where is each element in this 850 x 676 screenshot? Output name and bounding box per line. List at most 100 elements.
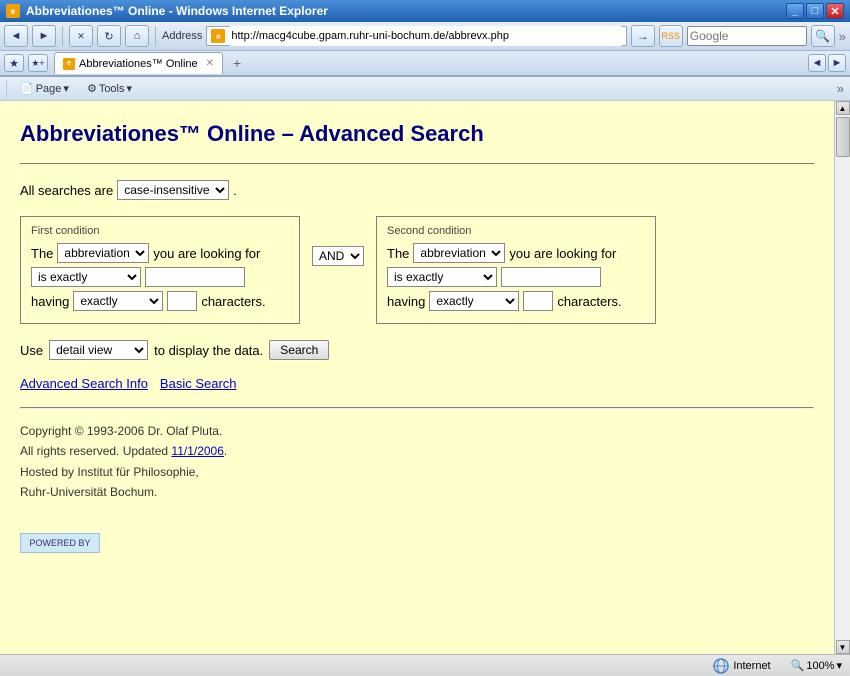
copyright: Copyright © 1993-2006 Dr. Olaf Pluta. Al… — [20, 421, 814, 503]
second-match-select[interactable]: is exactly starts with ends with contain… — [387, 267, 497, 287]
status-bar: Internet 🔍 100% ▾ — [0, 654, 850, 676]
second-char-input[interactable] — [523, 291, 553, 311]
tools-menu-button[interactable]: ⚙ Tools ▾ — [82, 80, 137, 97]
scroll-down-arrow[interactable]: ▼ — [836, 640, 850, 654]
stop-button[interactable]: ✕ — [69, 25, 93, 47]
second-field-row: The abbreviation expansion source you ar… — [387, 243, 645, 263]
second-value-input[interactable] — [501, 267, 601, 287]
second-chars-row: having exactly at least at most characte… — [387, 291, 645, 311]
tab-close[interactable]: ✕ — [206, 58, 214, 69]
page-icon: 📄 — [20, 82, 34, 95]
favorites-star-button[interactable]: ★ — [4, 54, 24, 72]
conditions-row: First condition The abbreviation expansi… — [20, 216, 814, 324]
second-the-label: The — [387, 246, 409, 261]
display-row: Use detail view compact view list view t… — [20, 340, 814, 360]
copyright-line2: All rights reserved. Updated 11/1/2006. — [20, 441, 814, 461]
search-button[interactable]: Search — [269, 340, 329, 360]
use-label: Use — [20, 343, 43, 358]
copyright-line3: Hosted by Institut für Philosophie, — [20, 462, 814, 482]
update-date-link[interactable]: 11/1/2006 — [171, 444, 224, 458]
first-characters-label: characters. — [201, 294, 265, 309]
first-the-label: The — [31, 246, 53, 261]
and-connector: AND OR — [312, 216, 364, 266]
second-looking-for-label: you are looking for — [509, 246, 616, 261]
zoom-icon: 🔍 — [791, 659, 805, 672]
window-title: Abbreviationes™ Online - Windows Interne… — [26, 4, 328, 18]
page-dropdown-icon: ▾ — [63, 82, 69, 95]
add-favorites-button[interactable]: ★+ — [28, 54, 48, 72]
browser-search-input[interactable] — [687, 26, 807, 46]
first-char-select[interactable]: exactly at least at most — [73, 291, 163, 311]
first-match-select[interactable]: is exactly starts with ends with contain… — [31, 267, 141, 287]
zoom-dropdown-icon: ▾ — [836, 659, 842, 672]
first-match-row: is exactly starts with ends with contain… — [31, 267, 289, 287]
first-chars-row: having exactly at least at most characte… — [31, 291, 289, 311]
toolbar2-divider1 — [6, 80, 7, 98]
status-zone: Internet — [713, 658, 770, 674]
toolbar-divider — [62, 26, 63, 46]
all-searches-label: All searches are — [20, 183, 113, 198]
second-field-select[interactable]: abbreviation expansion source — [413, 243, 505, 263]
first-field-select[interactable]: abbreviation expansion source — [57, 243, 149, 263]
back-button[interactable]: ◄ — [4, 25, 28, 47]
home-button[interactable]: ⌂ — [125, 25, 149, 47]
second-char-select[interactable]: exactly at least at most — [429, 291, 519, 311]
page-menu-button[interactable]: 📄 Page ▾ — [15, 80, 74, 97]
zoom-control[interactable]: 🔍 100% ▾ — [791, 659, 842, 672]
maximize-button[interactable]: □ — [806, 3, 824, 19]
minimize-button[interactable]: _ — [786, 3, 804, 19]
new-tab-button[interactable]: + — [229, 55, 245, 71]
second-having-label: having — [387, 294, 425, 309]
first-char-input[interactable] — [167, 291, 197, 311]
first-looking-for-label: you are looking for — [153, 246, 260, 261]
toolbar2-expand-button[interactable]: » — [837, 81, 844, 96]
advanced-search-info-link[interactable]: Advanced Search Info — [20, 376, 148, 391]
tools-icon: ⚙ — [87, 82, 97, 95]
address-label: Address — [162, 30, 202, 42]
browser-content-area: Abbreviationes™ Online – Advanced Search… — [0, 101, 850, 654]
first-field-row: The abbreviation expansion source you ar… — [31, 243, 289, 263]
page-content: Abbreviationes™ Online – Advanced Search… — [0, 101, 834, 654]
basic-search-link[interactable]: Basic Search — [160, 376, 237, 391]
tab-scroll-right[interactable]: ► — [828, 54, 846, 72]
address-input[interactable] — [229, 26, 621, 46]
vertical-scrollbar[interactable]: ▲ ▼ — [834, 101, 850, 654]
internet-icon — [713, 658, 729, 674]
title-bar: e Abbreviationes™ Online - Windows Inter… — [0, 0, 850, 22]
footer-divider — [20, 407, 814, 409]
case-sensitivity-select[interactable]: case-insensitive — [117, 180, 229, 200]
copyright-line4: Ruhr-Universität Bochum. — [20, 482, 814, 502]
connector-select[interactable]: AND OR — [312, 246, 364, 266]
first-condition-box: First condition The abbreviation expansi… — [20, 216, 300, 324]
second-characters-label: characters. — [557, 294, 621, 309]
go-button[interactable]: → — [631, 25, 655, 47]
scroll-up-arrow[interactable]: ▲ — [836, 101, 850, 115]
powered-by-badge: POWERED BY — [20, 533, 100, 553]
browser-icon: e — [6, 4, 20, 18]
second-match-row: is exactly starts with ends with contain… — [387, 267, 645, 287]
title-divider — [20, 163, 814, 164]
nav-icons: ★ ★+ — [4, 54, 48, 72]
scroll-thumb[interactable] — [836, 117, 850, 157]
address-bar-icon: e — [211, 29, 225, 43]
second-condition-box: Second condition The abbreviation expans… — [376, 216, 656, 324]
view-select[interactable]: detail view compact view list view — [49, 340, 148, 360]
copyright-line1: Copyright © 1993-2006 Dr. Olaf Pluta. — [20, 421, 814, 441]
tab-label: Abbreviationes™ Online — [79, 58, 198, 70]
toolbar-divider2 — [155, 26, 156, 46]
rss-button[interactable]: RSS — [659, 25, 683, 47]
refresh-button[interactable]: ↻ — [97, 25, 121, 47]
searches-line: All searches are case-insensitive . — [20, 180, 814, 200]
toolbar-expand-button[interactable]: » — [839, 29, 846, 44]
close-button[interactable]: ✕ — [826, 3, 844, 19]
forward-button[interactable]: ► — [32, 25, 56, 47]
address-bar: Address e → RSS — [162, 25, 683, 47]
tab-scroll-left[interactable]: ◄ — [808, 54, 826, 72]
second-condition-title: Second condition — [387, 225, 645, 237]
zoom-level: 100% — [806, 660, 834, 672]
browser-search-button[interactable]: 🔍 — [811, 25, 835, 47]
tab-icon: e — [63, 58, 75, 70]
first-value-input[interactable] — [145, 267, 245, 287]
display-label: to display the data. — [154, 343, 263, 358]
active-tab[interactable]: e Abbreviationes™ Online ✕ — [54, 52, 223, 74]
